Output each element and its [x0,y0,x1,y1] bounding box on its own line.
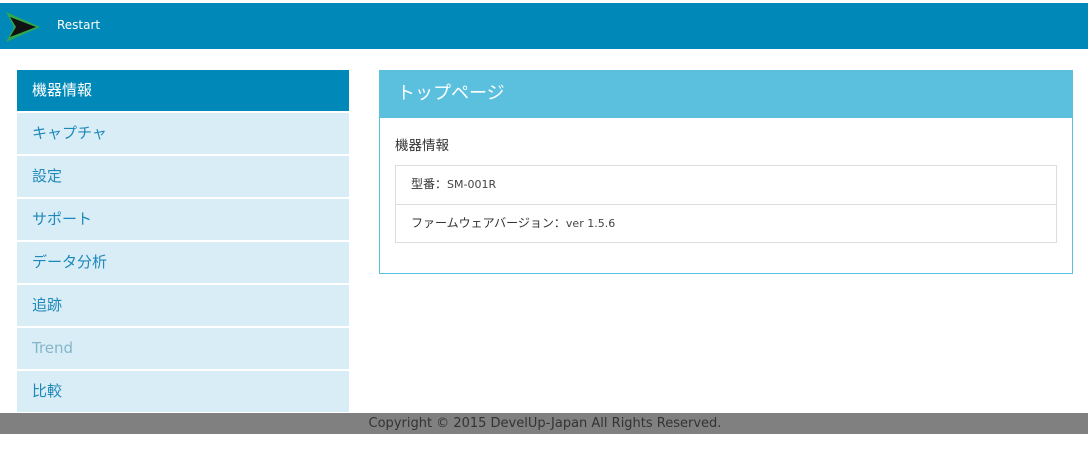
panel-title: トップページ [380,71,1072,118]
panel-body: 機器情報 型番：SM-001R ファームウェアバージョン：ver 1.5.6 [380,118,1072,243]
arrow-logo-icon[interactable] [4,8,42,46]
row-value: SM-001R [447,178,497,191]
row-label: 型番： [411,177,448,191]
sidebar-item-tracking[interactable]: 追跡 [17,285,349,326]
top-page-panel: トップページ 機器情報 型番：SM-001R ファームウェアバージョン：ver … [379,70,1073,274]
restart-link[interactable]: Restart [57,18,100,32]
sidebar-item-data-analysis[interactable]: データ分析 [17,242,349,283]
sidebar-menu: 機器情報 キャプチャ 設定 サポート データ分析 追跡 Trend 比較 [17,70,349,414]
row-label: ファームウェアバージョン： [411,216,566,230]
sidebar-item-trend[interactable]: Trend [17,328,349,369]
model-number-row: 型番：SM-001R [396,166,1056,204]
top-navbar: Restart [0,0,1088,49]
sidebar-item-compare[interactable]: 比較 [17,371,349,412]
sidebar-item-support[interactable]: サポート [17,199,349,240]
firmware-version-row: ファームウェアバージョン：ver 1.5.6 [396,204,1056,242]
footer: Copyright © 2015 DevelUp-Japan All Right… [0,413,1088,434]
sidebar-item-device-info[interactable]: 機器情報 [17,70,349,111]
device-info-table: 型番：SM-001R ファームウェアバージョン：ver 1.5.6 [395,165,1057,243]
sidebar-item-capture[interactable]: キャプチャ [17,113,349,154]
row-value: ver 1.5.6 [565,217,616,230]
section-title: 機器情報 [395,138,449,154]
sidebar-item-settings[interactable]: 設定 [17,156,349,197]
